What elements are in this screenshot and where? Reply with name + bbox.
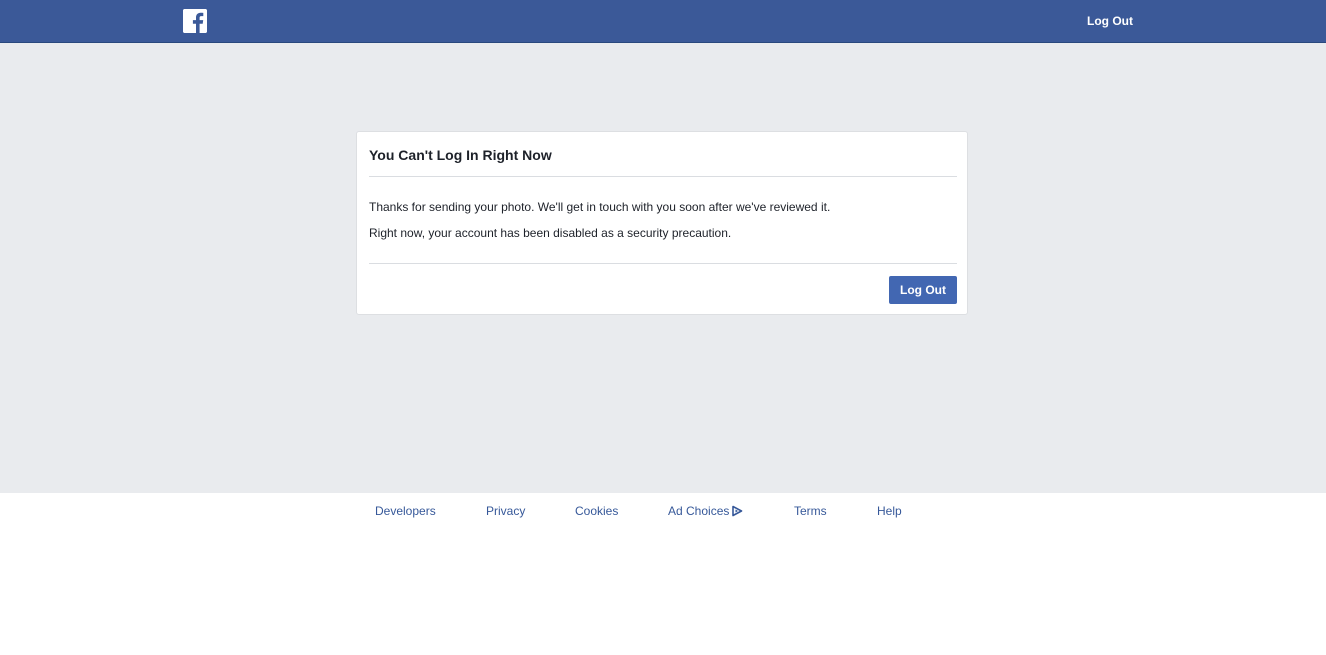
- account-disabled-dialog: You Can't Log In Right Now Thanks for se…: [356, 131, 968, 315]
- dialog-divider-top: [369, 176, 957, 177]
- dialog-message-photo: Thanks for sending your photo. We'll get…: [369, 200, 831, 214]
- dialog-divider-bottom: [369, 263, 957, 264]
- footer-link-terms[interactable]: Terms: [794, 503, 827, 519]
- footer-link-ad-choices[interactable]: Ad Choices: [668, 503, 743, 521]
- main-content-area: You Can't Log In Right Now Thanks for se…: [0, 43, 1326, 493]
- adchoices-icon: [731, 505, 743, 521]
- footer-link-help[interactable]: Help: [877, 503, 902, 519]
- footer-link-ad-choices-label: Ad Choices: [668, 504, 730, 518]
- dialog-message-disabled: Right now, your account has been disable…: [369, 226, 732, 240]
- facebook-logo-icon[interactable]: [183, 9, 207, 33]
- footer-link-developers[interactable]: Developers: [375, 503, 436, 519]
- top-navigation-bar: Log Out: [0, 0, 1326, 43]
- footer-link-privacy[interactable]: Privacy: [486, 503, 525, 519]
- dialog-title: You Can't Log In Right Now: [369, 147, 552, 163]
- footer: Developers Privacy Cookies Ad Choices Te…: [0, 493, 1326, 655]
- header-logout-link[interactable]: Log Out: [1072, 11, 1148, 31]
- logout-button[interactable]: Log Out: [889, 276, 957, 304]
- footer-link-cookies[interactable]: Cookies: [575, 503, 618, 519]
